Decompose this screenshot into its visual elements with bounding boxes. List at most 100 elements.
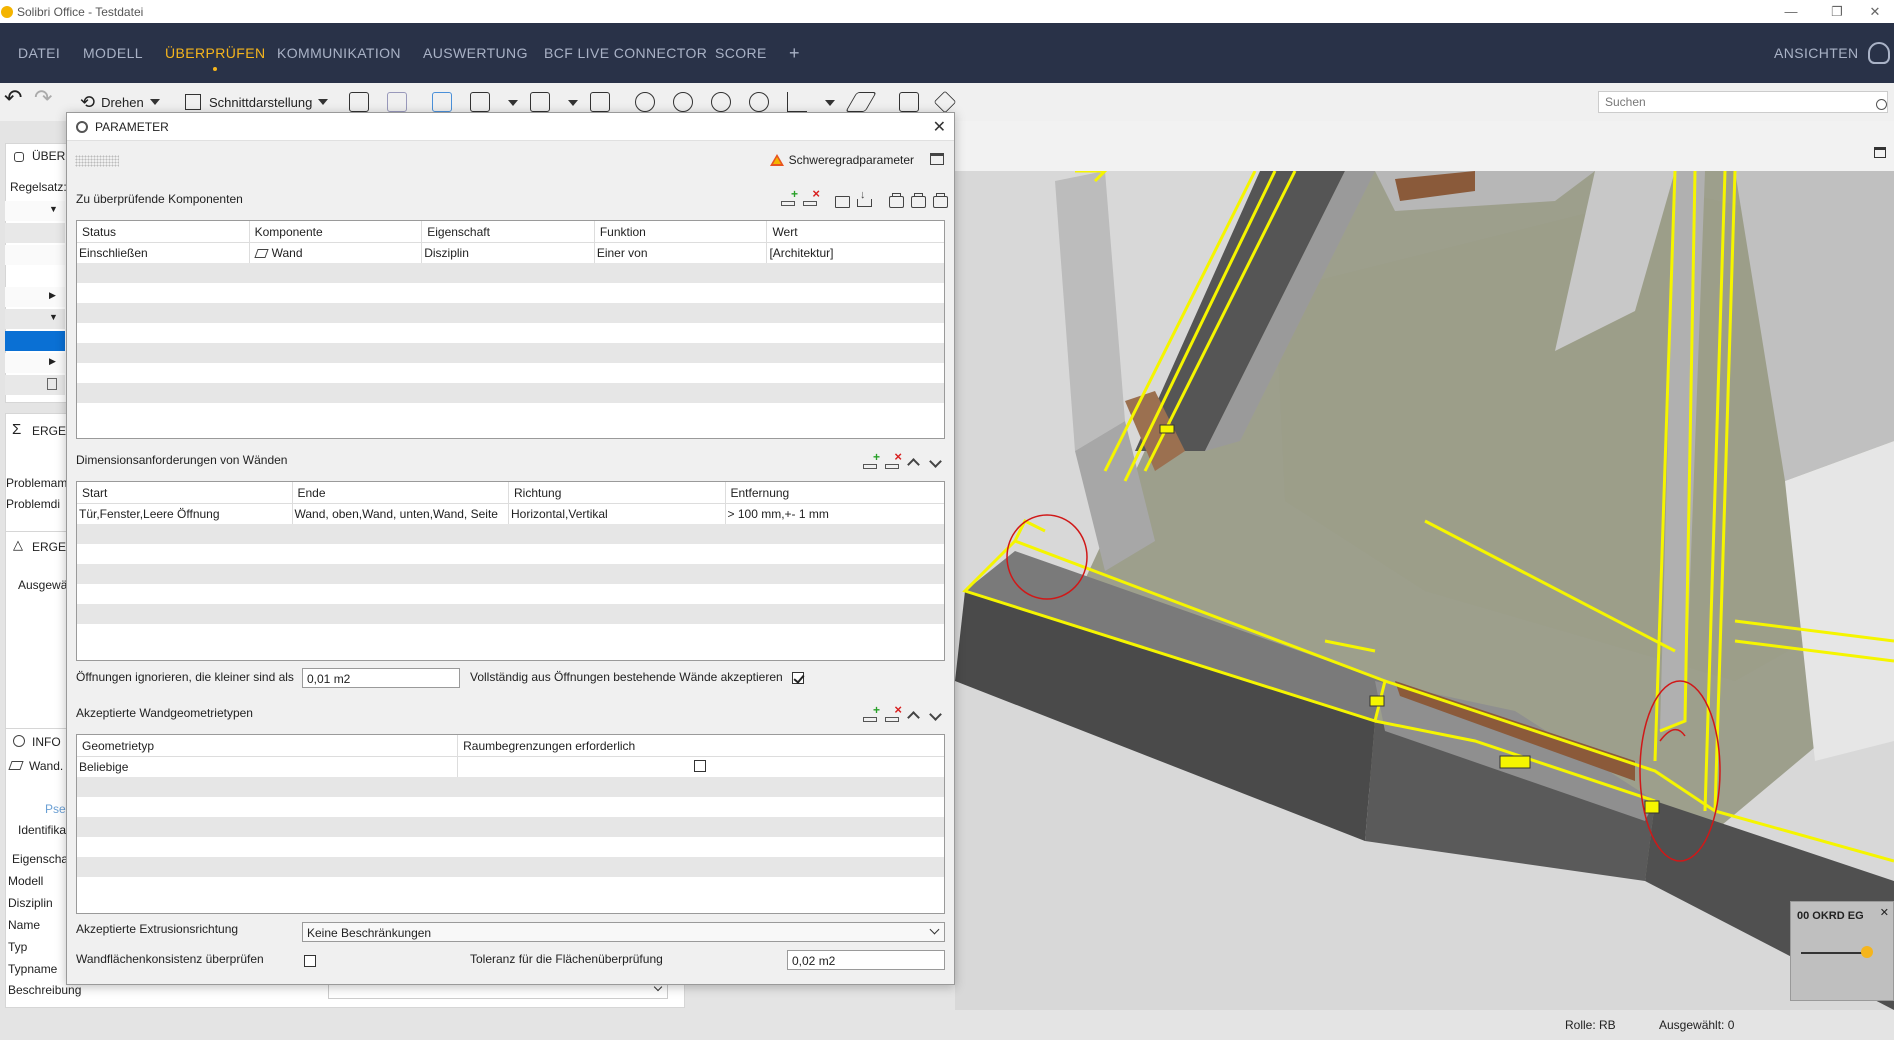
accept-openings-checkbox[interactable] xyxy=(792,672,804,684)
tree-row[interactable] xyxy=(5,375,65,395)
tree-row[interactable]: ▼ xyxy=(5,201,65,221)
ignore-openings-input[interactable]: 0,01 m2 xyxy=(302,668,460,688)
table-row[interactable] xyxy=(77,857,944,877)
rotate-dropdown[interactable]: ⟲ Drehen xyxy=(80,91,160,113)
cube-icon[interactable] xyxy=(530,92,550,112)
floor-plan-icon[interactable] xyxy=(845,92,877,112)
panel-icon[interactable] xyxy=(930,153,944,165)
menu-kommunikation[interactable]: KOMMUNIKATION xyxy=(277,23,401,83)
cell-direction[interactable]: Horizontal,Vertikal xyxy=(509,504,726,524)
table-row[interactable]: Tür,Fenster,Leere Öffnung Wand, oben,Wan… xyxy=(77,504,944,524)
zoom-window-icon[interactable] xyxy=(749,92,769,112)
delete-row-icon[interactable] xyxy=(884,702,902,723)
info-item[interactable]: Wand. xyxy=(29,759,63,773)
menu-modell[interactable]: MODELL xyxy=(83,23,143,83)
filter-clear-icon[interactable] xyxy=(910,193,926,208)
maximize-viewport-icon[interactable] xyxy=(1874,147,1886,158)
table-row[interactable]: Beliebige xyxy=(77,757,944,777)
table-row[interactable] xyxy=(77,877,944,897)
section-dropdown[interactable]: Schnittdarstellung xyxy=(185,91,329,113)
isolate-icon[interactable] xyxy=(432,92,452,112)
table-row[interactable] xyxy=(77,343,944,363)
section-box-icon[interactable] xyxy=(590,92,610,112)
drag-handle[interactable] xyxy=(75,155,119,167)
table-row[interactable] xyxy=(77,403,944,423)
severity-parameter-button[interactable]: Schweregradparameter xyxy=(769,153,914,167)
column-header[interactable]: Eigenschaft xyxy=(422,221,595,242)
column-header[interactable]: Richtung xyxy=(509,482,726,503)
cell-status[interactable]: Einschließen xyxy=(77,243,250,263)
table-row[interactable] xyxy=(77,624,944,644)
table-row[interactable] xyxy=(77,283,944,303)
table-row[interactable] xyxy=(77,604,944,624)
table-row[interactable] xyxy=(77,303,944,323)
menu-bcf-live-connector[interactable]: BCF LIVE CONNECTOR xyxy=(544,23,707,83)
undo-icon[interactable]: ↶ xyxy=(4,85,22,110)
tree-row[interactable] xyxy=(5,245,65,265)
tree-row[interactable] xyxy=(5,223,65,243)
tolerance-input[interactable]: 0,02 m2 xyxy=(787,950,945,970)
dialog-title-bar[interactable]: PARAMETER ✕ xyxy=(67,113,954,141)
move-up-icon[interactable] xyxy=(906,456,922,470)
table-row[interactable] xyxy=(77,797,944,817)
nav-pin-icon[interactable] xyxy=(1861,946,1873,958)
axis-icon[interactable] xyxy=(787,92,807,112)
move-down-icon[interactable] xyxy=(928,456,944,470)
tree-row[interactable]: ▼ xyxy=(5,309,65,329)
model-3d-view[interactable] xyxy=(955,121,1894,1010)
layers-icon[interactable] xyxy=(933,90,957,114)
cell-geometry-type[interactable]: Beliebige xyxy=(77,757,459,777)
table-row[interactable] xyxy=(77,524,944,544)
cell-function[interactable]: Einer von xyxy=(595,243,768,263)
navigation-cube-panel[interactable]: 00 OKRD EG ✕ xyxy=(1790,901,1894,1001)
open-folder-icon[interactable] xyxy=(834,193,850,208)
visibility-icon[interactable] xyxy=(349,92,369,112)
column-header[interactable]: Start xyxy=(77,482,293,503)
cell-start[interactable]: Tür,Fenster,Leere Öffnung xyxy=(77,504,293,524)
search-icon[interactable] xyxy=(1876,99,1887,110)
views-icon[interactable] xyxy=(1868,42,1890,64)
menu-auswertung[interactable]: AUSWERTUNG xyxy=(423,23,528,83)
redo-icon[interactable]: ↷ xyxy=(34,85,52,110)
table-row[interactable] xyxy=(77,817,944,837)
table-row[interactable] xyxy=(77,584,944,604)
tree-row-selected[interactable] xyxy=(5,331,65,351)
transparency-icon[interactable] xyxy=(387,92,407,112)
cell-property[interactable]: Disziplin xyxy=(422,243,595,263)
menu-datei[interactable]: DATEI xyxy=(18,23,60,83)
column-header[interactable]: Wert xyxy=(767,221,944,242)
column-header[interactable]: Komponente xyxy=(250,221,423,242)
add-tab-button[interactable]: + xyxy=(789,23,800,83)
zoom-fit-icon[interactable] xyxy=(635,92,655,112)
menu-ansichten[interactable]: ANSICHTEN xyxy=(1774,23,1859,83)
column-header[interactable]: Ende xyxy=(293,482,509,503)
table-row[interactable] xyxy=(77,837,944,857)
close-icon[interactable]: ✕ xyxy=(933,117,946,137)
close-nav-icon[interactable]: ✕ xyxy=(1880,906,1889,919)
add-row-icon[interactable] xyxy=(780,187,798,207)
cell-end[interactable]: Wand, oben,Wand, unten,Wand, Seite xyxy=(293,504,509,524)
move-up-icon[interactable] xyxy=(906,709,922,723)
column-header[interactable]: Geometrietyp xyxy=(77,735,459,756)
filter-icon[interactable] xyxy=(888,193,904,208)
add-row-icon[interactable] xyxy=(862,703,880,723)
hand-icon[interactable] xyxy=(470,92,490,112)
save-icon[interactable] xyxy=(856,189,872,207)
cell-value[interactable]: [Architektur] xyxy=(767,243,944,263)
minimize-icon[interactable]: — xyxy=(1768,0,1814,23)
zoom-in-icon[interactable] xyxy=(673,92,693,112)
table-row[interactable] xyxy=(77,564,944,584)
table-row[interactable] xyxy=(77,544,944,564)
close-window-icon[interactable]: ✕ xyxy=(1852,0,1894,23)
room-bounds-checkbox[interactable] xyxy=(694,760,707,772)
info-tab[interactable]: Pse xyxy=(45,802,66,816)
cell-distance[interactable]: > 100 mm,+- 1 mm xyxy=(726,504,945,524)
table-row[interactable] xyxy=(77,363,944,383)
extrusion-select[interactable]: Keine Beschränkungen xyxy=(302,922,945,942)
table-row[interactable] xyxy=(77,323,944,343)
column-header[interactable]: Funktion xyxy=(595,221,768,242)
column-header[interactable]: Raumbegrenzungen erforderlich xyxy=(458,735,944,756)
table-row[interactable] xyxy=(77,777,944,797)
zoom-out-icon[interactable] xyxy=(711,92,731,112)
menu-ueberpruefen[interactable]: ÜBERPRÜFEN xyxy=(165,23,265,83)
